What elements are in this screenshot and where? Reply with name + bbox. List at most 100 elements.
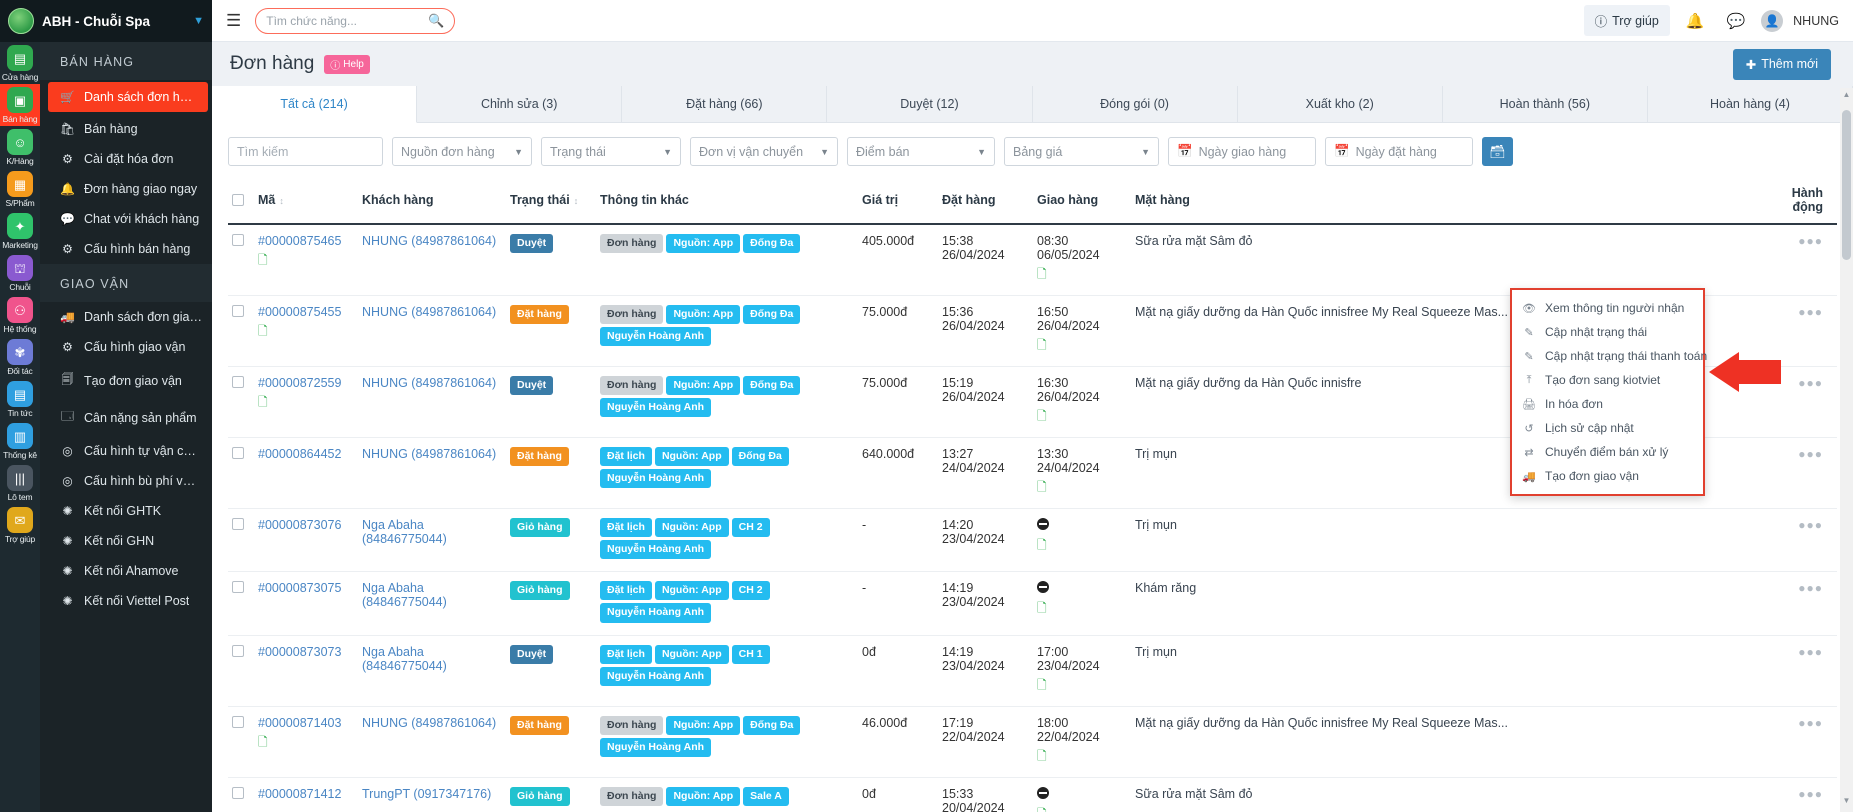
table-row[interactable]: #00000875465 🗋 NHUNG (84987861064) Duyệt Đơn… (228, 224, 1837, 296)
col-status[interactable]: Trạng thái ↕ (506, 178, 596, 225)
bell-icon[interactable]: 🔔 (1680, 12, 1711, 30)
order-code-link[interactable]: #00000864452 (258, 447, 341, 461)
row-actions-button[interactable]: ●●● (1798, 645, 1823, 659)
row-actions-button[interactable]: ●●● (1798, 234, 1823, 248)
document-icon[interactable]: 🗋 (1037, 805, 1048, 812)
search-input[interactable] (266, 13, 423, 28)
rail-item-5[interactable]: ⛫ Chuỗi (0, 252, 40, 294)
sidebar-item-1-3[interactable]: 🗔 Cân nặng sản phẩm (40, 399, 212, 436)
tab-1[interactable]: Chỉnh sửa (3) (417, 86, 623, 122)
scrollbar-thumb[interactable] (1842, 110, 1851, 260)
rail-item-3[interactable]: ▦ S/Phẩm (0, 168, 40, 210)
context-menu-item-6[interactable]: ⇄ Chuyển điểm bán xử lý (1512, 440, 1703, 464)
rail-item-8[interactable]: ▤ Tin tức (0, 378, 40, 420)
customer-link[interactable]: NHUNG (84987861064) (362, 305, 496, 319)
rail-item-6[interactable]: ⚇ Hệ thống (0, 294, 40, 336)
chat-icon[interactable]: 💬 (1720, 12, 1751, 30)
chevron-down-icon[interactable]: ▼ (193, 15, 204, 27)
row-actions-button[interactable]: ●●● (1798, 305, 1823, 319)
user-name[interactable]: NHUNG (1793, 14, 1839, 28)
document-icon[interactable]: 🗋 (1037, 336, 1048, 357)
context-menu-item-7[interactable]: 🚚 Tạo đơn giao vận (1512, 464, 1703, 488)
rail-item-2[interactable]: ☺ K/Hàng (0, 126, 40, 168)
filter-price-list[interactable]: Bảng giá ▼ (1004, 137, 1159, 166)
sort-icon[interactable]: ↕ (574, 196, 579, 206)
document-icon[interactable]: 🗋 (258, 322, 269, 343)
scroll-up-icon[interactable]: ▲ (1840, 90, 1853, 104)
table-row[interactable]: #00000871412 TrungPT (0917347176) Giỏ hàng… (228, 777, 1837, 812)
filter-status[interactable]: Trạng thái ▼ (541, 137, 681, 166)
document-icon[interactable]: 🗋 (258, 733, 269, 754)
document-icon[interactable]: 🗋 (1037, 407, 1048, 428)
row-checkbox[interactable] (232, 644, 244, 657)
tab-4[interactable]: Đóng gói (0) (1032, 86, 1238, 122)
avatar[interactable]: 👤 (1761, 9, 1784, 32)
document-icon[interactable]: 🗋 (1037, 536, 1048, 557)
row-actions-button[interactable]: ●●● (1798, 518, 1823, 532)
select-all-checkbox[interactable] (232, 194, 244, 206)
document-icon[interactable]: 🗋 (1037, 265, 1048, 286)
row-actions-button[interactable]: ●●● (1798, 716, 1823, 730)
table-row[interactable]: #00000873076 Nga Abaha (84846775044) Giỏ h… (228, 508, 1837, 573)
context-menu-item-1[interactable]: ✎ Cập nhật trạng thái (1512, 320, 1703, 344)
customer-link[interactable]: NHUNG (84987861064) (362, 716, 496, 730)
sidebar-item-1-0[interactable]: 🚚 Danh sách đơn giao vận (40, 302, 212, 332)
sidebar-item-0-1[interactable]: 🛍 Bán hàng (40, 114, 212, 144)
menu-icon[interactable]: ☰ (222, 11, 245, 31)
sidebar-item-1-9[interactable]: ✺ Kết nối Viettel Post (40, 586, 212, 616)
rail-item-0[interactable]: ▤ Cửa hàng (0, 42, 40, 84)
export-excel-button[interactable]: 🗃 (1482, 137, 1513, 166)
order-code-link[interactable]: #00000873075 (258, 581, 341, 595)
customer-link[interactable]: NHUNG (84987861064) (362, 234, 496, 248)
tab-3[interactable]: Duyệt (12) (827, 86, 1033, 122)
order-code-link[interactable]: #00000872559 (258, 376, 341, 390)
tab-0[interactable]: Tất cả (214) (212, 86, 418, 123)
brand-header[interactable]: ABH - Chuỗi Spa ▼ (0, 0, 212, 42)
row-actions-button[interactable]: ●●● (1798, 447, 1823, 461)
row-actions-button[interactable]: ●●● (1798, 376, 1823, 390)
customer-link[interactable]: Nga Abaha (84846775044) (362, 581, 447, 609)
vertical-scrollbar[interactable]: ▲ ▼ (1840, 88, 1853, 812)
row-actions-button[interactable]: ●●● (1798, 787, 1823, 801)
sidebar-item-1-2[interactable]: 🗐 Tạo đơn giao vận (40, 362, 212, 399)
order-code-link[interactable]: #00000871412 (258, 787, 341, 801)
rail-item-7[interactable]: ✾ Đối tác (0, 336, 40, 378)
sidebar-item-0-4[interactable]: 💬 Chat với khách hàng (40, 204, 212, 234)
document-icon[interactable]: 🗋 (1037, 478, 1048, 499)
col-code[interactable]: Mã ↕ (254, 178, 358, 225)
add-new-button[interactable]: ✚ Thêm mới (1732, 48, 1831, 80)
document-icon[interactable]: 🗋 (258, 251, 269, 272)
table-row[interactable]: #00000871403 🗋 NHUNG (84987861064) Đặt hàng… (228, 706, 1837, 778)
sidebar-item-1-5[interactable]: ◎ Cấu hình bù phí vận ch… (40, 466, 212, 496)
filter-shipping-unit[interactable]: Đơn vị vận chuyển ▼ (690, 137, 838, 166)
sidebar-item-0-5[interactable]: ⚙ Cấu hình bán hàng (40, 234, 212, 264)
rail-item-11[interactable]: ✉ Trợ giúp (0, 504, 40, 546)
document-icon[interactable]: 🗋 (1037, 747, 1048, 768)
help-badge[interactable]: ⓘ Help (324, 54, 370, 74)
sidebar-item-1-1[interactable]: ⚙ Cấu hình giao vận (40, 332, 212, 362)
document-icon[interactable]: 🗋 (258, 393, 269, 414)
row-checkbox[interactable] (232, 234, 244, 246)
scroll-down-icon[interactable]: ▼ (1840, 796, 1853, 810)
context-menu-item-5[interactable]: ↺ Lịch sử cập nhật (1512, 416, 1703, 440)
context-menu-item-0[interactable]: 👁 Xem thông tin người nhận (1512, 296, 1703, 320)
help-button[interactable]: ⓘ Trợ giúp (1583, 5, 1670, 36)
row-context-menu[interactable]: 👁 Xem thông tin người nhận ✎ Cập nhật trạng… (1510, 288, 1707, 496)
row-checkbox[interactable] (232, 715, 244, 728)
filter-order-date[interactable]: 📅 Ngày đặt hàng (1325, 137, 1473, 166)
customer-link[interactable]: NHUNG (84987861064) (362, 447, 496, 461)
table-row[interactable]: #00000873073 Nga Abaha (84846775044) Duyệt… (228, 635, 1837, 707)
tab-2[interactable]: Đặt hàng (66) (622, 86, 828, 122)
context-menu-item-3[interactable]: ⤒ Tạo đơn sang kiotviet (1512, 368, 1703, 392)
tab-5[interactable]: Xuất kho (2) (1237, 86, 1443, 122)
document-icon[interactable]: 🗋 (1037, 599, 1048, 620)
filter-sale-point[interactable]: Điểm bán ▼ (847, 137, 995, 166)
row-checkbox[interactable] (232, 786, 244, 799)
row-checkbox[interactable] (232, 305, 244, 317)
sort-icon[interactable]: ↕ (279, 196, 284, 206)
rail-item-9[interactable]: ▥ Thống kê (0, 420, 40, 462)
customer-link[interactable]: Nga Abaha (84846775044) (362, 645, 447, 673)
rail-item-1[interactable]: ▣ Bán hàng (0, 84, 40, 126)
sidebar-item-1-4[interactable]: ◎ Cấu hình tự vận chuyển (40, 436, 212, 466)
table-row[interactable]: #00000873075 Nga Abaha (84846775044) Giỏ h… (228, 571, 1837, 636)
